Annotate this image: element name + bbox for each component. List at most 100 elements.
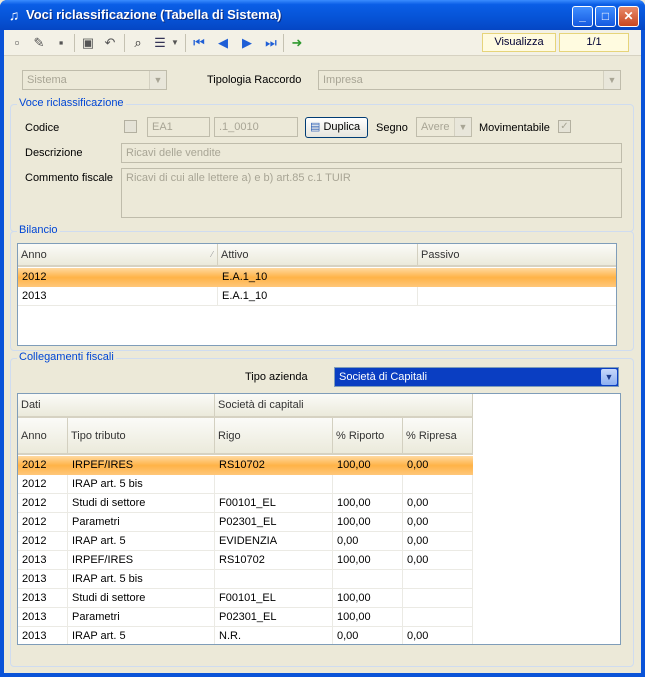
- column-header-attivo[interactable]: Attivo: [218, 244, 418, 265]
- table-row[interactable]: 2013 IRAP art. 5 bis: [18, 570, 473, 589]
- voce-group-title: Voce riclassificazione: [17, 97, 126, 109]
- cell-riporto: 0,00: [333, 532, 403, 551]
- tipologia-combo[interactable]: Impresa ▼: [318, 70, 621, 90]
- cell-anno: 2013: [18, 287, 218, 306]
- cell-riporto: [333, 475, 403, 494]
- close-button[interactable]: ✕: [618, 6, 639, 27]
- title-bar[interactable]: ♫ Voci riclassificazione (Tabella di Sis…: [0, 0, 645, 30]
- movimentabile-checkbox[interactable]: ✓: [558, 120, 571, 133]
- edit-icon[interactable]: ✎: [31, 35, 47, 51]
- tipo-azienda-combo[interactable]: Società di Capitali ▼: [334, 367, 619, 387]
- codice-checkbox[interactable]: [124, 120, 137, 133]
- cell-passivo: [418, 287, 616, 306]
- collegamenti-grid[interactable]: Dati Società di capitali Anno Tipo tribu…: [17, 393, 621, 645]
- cell-rigo: RS10702: [215, 551, 333, 570]
- descrizione-label: Descrizione: [25, 147, 83, 159]
- cell-ripresa: 0,00: [403, 513, 473, 532]
- toolbar-separator: [185, 34, 186, 52]
- cell-anno: 2013: [18, 570, 68, 589]
- source-value: Sistema: [27, 74, 67, 86]
- maximize-button[interactable]: □: [595, 6, 616, 27]
- table-row[interactable]: 2013 Parametri P02301_EL 100,00: [18, 608, 473, 627]
- save-icon[interactable]: ▣: [80, 35, 96, 51]
- dropdown-arrow-icon[interactable]: ▼: [170, 35, 180, 51]
- table-row[interactable]: 2012 E.A.1_10: [18, 268, 616, 287]
- cell-rigo: EVIDENZIA: [215, 532, 333, 551]
- sort-icon: ⁄: [211, 250, 213, 259]
- window-title: Voci riclassificazione (Tabella di Siste…: [26, 7, 282, 22]
- table-row[interactable]: 2012 IRAP art. 5 bis: [18, 475, 473, 494]
- first-record-icon[interactable]: ⏮: [191, 35, 207, 51]
- source-combo[interactable]: Sistema ▼: [22, 70, 167, 90]
- minimize-button[interactable]: _: [572, 6, 593, 27]
- column-header-ripresa[interactable]: % Ripresa: [403, 418, 473, 453]
- toolbar-separator: [283, 34, 284, 52]
- duplica-button[interactable]: ▤ Duplica: [305, 117, 368, 138]
- group-header-dati: Dati: [18, 394, 215, 416]
- cell-passivo: [418, 268, 616, 287]
- descrizione-field[interactable]: Ricavi delle vendite: [121, 143, 622, 163]
- column-header-passivo[interactable]: Passivo: [418, 244, 616, 265]
- table-row[interactable]: 2013 IRAP art. 5 N.R. 0,00 0,00: [18, 627, 473, 644]
- segno-combo[interactable]: Avere ▼: [416, 117, 472, 137]
- chevron-down-icon[interactable]: ▼: [149, 71, 166, 89]
- table-row[interactable]: 2012 Studi di settore F00101_EL 100,00 0,00: [18, 494, 473, 513]
- toolbar-separator: [124, 34, 125, 52]
- table-row[interactable]: 2012 IRPEF/IRES RS10702 100,00 0,00: [18, 456, 473, 475]
- cell-tipo-tributo: Parametri: [68, 513, 215, 532]
- cell-rigo: [215, 570, 333, 589]
- client-area: ▫ ✎ ▪ ▣ ↶ ⌕ ☰ ▼ ⏮ ◀ ▶ ⏭ ➜ Visualizza 1/1…: [4, 30, 641, 673]
- column-header-rigo[interactable]: Rigo: [215, 418, 333, 453]
- next-record-icon[interactable]: ▶: [239, 35, 255, 51]
- codice-field[interactable]: EA1: [147, 117, 210, 137]
- cell-riporto: 100,00: [333, 608, 403, 627]
- cell-rigo: P02301_EL: [215, 608, 333, 627]
- window: ♫ Voci riclassificazione (Tabella di Sis…: [0, 0, 645, 677]
- cell-ripresa: 0,00: [403, 551, 473, 570]
- commento-label: Commento fiscale: [25, 172, 114, 184]
- chevron-down-icon[interactable]: ▼: [603, 71, 620, 89]
- movimentabile-label: Movimentabile: [479, 122, 550, 134]
- cell-ripresa: [403, 570, 473, 589]
- grid-view-icon[interactable]: ☰: [152, 35, 168, 51]
- cell-anno: 2013: [18, 608, 68, 627]
- codice-suffix-field[interactable]: .1_0010: [214, 117, 298, 137]
- new-icon[interactable]: ▫: [9, 35, 25, 51]
- table-row[interactable]: 2013 IRPEF/IRES RS10702 100,00 0,00: [18, 551, 473, 570]
- cell-riporto: 100,00: [333, 513, 403, 532]
- chevron-down-icon[interactable]: ▼: [601, 369, 617, 385]
- bilancio-grid[interactable]: Anno ⁄ Attivo Passivo 2012 E.A.1_10 2013…: [17, 243, 617, 346]
- last-record-icon[interactable]: ⏭: [263, 35, 279, 51]
- tipo-azienda-label: Tipo azienda: [245, 371, 308, 383]
- table-row[interactable]: 2012 IRAP art. 5 EVIDENZIA 0,00 0,00: [18, 532, 473, 551]
- undo-icon[interactable]: ↶: [102, 35, 118, 51]
- cell-anno: 2013: [18, 627, 68, 644]
- column-header-anno[interactable]: Anno ⁄: [18, 244, 218, 265]
- table-row[interactable]: 2013 E.A.1_10: [18, 287, 616, 306]
- cell-rigo: RS10702: [219, 459, 265, 471]
- commento-field[interactable]: Ricavi di cui alle lettere a) e b) art.8…: [121, 168, 622, 218]
- column-header-tipo-tributo[interactable]: Tipo tributo: [68, 418, 215, 453]
- column-header-riporto[interactable]: % Riporto: [333, 418, 403, 453]
- table-row[interactable]: 2013 Studi di settore F00101_EL 100,00: [18, 589, 473, 608]
- column-header-anno[interactable]: Anno: [18, 418, 68, 453]
- cell-attivo: E.A.1_10: [222, 271, 268, 283]
- cell-anno: 2012: [18, 494, 68, 513]
- cell-ripresa: 0,00: [407, 459, 429, 471]
- cell-riporto: 100,00: [337, 459, 371, 471]
- cell-rigo: N.R.: [215, 627, 333, 644]
- table-row[interactable]: 2012 Parametri P02301_EL 100,00 0,00: [18, 513, 473, 532]
- cell-tipo-tributo: IRAP art. 5: [68, 627, 215, 644]
- delete-icon[interactable]: ▪: [53, 35, 69, 51]
- chevron-down-icon[interactable]: ▼: [454, 118, 471, 136]
- cell-ripresa: [403, 608, 473, 627]
- cell-tipo-tributo: Studi di settore: [68, 589, 215, 608]
- cell-attivo: E.A.1_10: [218, 287, 418, 306]
- cell-anno: 2012: [18, 513, 68, 532]
- toolbar-separator: [74, 34, 75, 52]
- find-icon[interactable]: ⌕: [130, 35, 146, 51]
- bilancio-header: Anno ⁄ Attivo Passivo: [18, 244, 616, 267]
- export-icon[interactable]: ➜: [289, 35, 305, 51]
- cell-anno: 2012: [22, 459, 47, 471]
- prev-record-icon[interactable]: ◀: [215, 35, 231, 51]
